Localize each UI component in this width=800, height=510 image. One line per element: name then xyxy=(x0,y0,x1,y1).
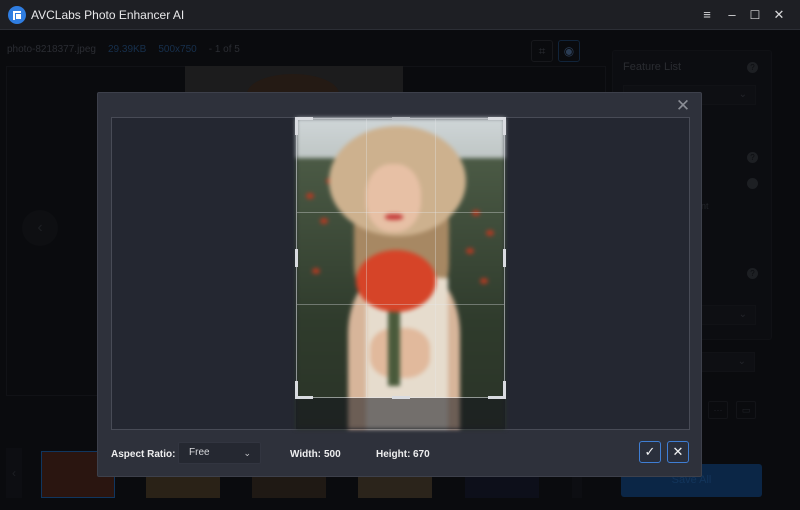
crop-handle-bottom-left[interactable] xyxy=(295,381,313,399)
grid-line xyxy=(297,211,504,213)
grid-line xyxy=(434,119,436,397)
height-value: 670 xyxy=(413,449,430,460)
crop-handle-top-right[interactable] xyxy=(488,117,506,135)
help-icon[interactable]: ? xyxy=(747,62,758,73)
aspect-ratio-select[interactable]: Free ⌄ xyxy=(178,442,261,464)
help-icon[interactable]: ? xyxy=(747,152,758,163)
chevron-left-icon: ‹ xyxy=(37,219,43,236)
app-logo-icon xyxy=(8,6,26,24)
crop-dialog: ✕ Aspect Ratio: Free ⌄ Width: 500 Height… xyxy=(97,92,702,477)
filmstrip-prev-button[interactable]: ‹ xyxy=(6,448,22,498)
crop-handle-top[interactable] xyxy=(392,117,410,120)
crop-handle-left[interactable] xyxy=(295,249,298,267)
crop-button[interactable]: ⌗ xyxy=(531,40,553,62)
file-dimensions: 500x750 xyxy=(158,44,197,55)
width-value: 500 xyxy=(324,449,341,460)
grid-line xyxy=(365,119,367,397)
eye-icon: ◉ xyxy=(563,44,575,58)
crop-canvas xyxy=(111,117,690,430)
cancel-crop-button[interactable]: ✕ xyxy=(667,441,689,463)
chevron-down-icon: ⌄ xyxy=(738,89,747,100)
aspect-ratio-label: Aspect Ratio: xyxy=(111,449,176,460)
chevron-left-icon: ‹ xyxy=(12,466,16,480)
width-label: Width: xyxy=(290,449,322,460)
preview-toggle-button[interactable]: ◉ xyxy=(558,40,580,62)
maximize-button[interactable]: ☐ xyxy=(745,5,765,25)
crop-outside-mask xyxy=(296,398,505,429)
close-button[interactable]: ✕ xyxy=(769,5,789,25)
file-position: - 1 of 5 xyxy=(208,44,240,55)
app-title: AVCLabs Photo Enhancer AI xyxy=(31,8,185,22)
menu-icon[interactable]: ≡ xyxy=(697,5,717,25)
minimize-button[interactable]: – xyxy=(722,5,742,25)
dialog-close-button[interactable]: ✕ xyxy=(675,97,691,114)
more-options-button[interactable]: ··· xyxy=(708,401,728,419)
crop-frame[interactable] xyxy=(295,117,506,399)
crop-handle-bottom[interactable] xyxy=(392,396,410,399)
chevron-down-icon: ⌄ xyxy=(738,309,747,320)
aspect-ratio-value: Free xyxy=(189,447,210,458)
folder-icon: ▭ xyxy=(741,405,751,415)
crop-handle-bottom-right[interactable] xyxy=(488,381,506,399)
app-window: AVCLabs Photo Enhancer AI ≡ – ☐ ✕ photo-… xyxy=(0,0,800,510)
file-info: photo-8218377.jpeg 29.39KB 500x750 - 1 o… xyxy=(7,44,240,55)
title-bar: AVCLabs Photo Enhancer AI ≡ – ☐ ✕ xyxy=(0,0,800,30)
panel-text: nt xyxy=(701,201,709,211)
feature-list-title: Feature List xyxy=(623,61,682,73)
file-size: 29.39KB xyxy=(107,44,147,55)
help-icon[interactable]: ? xyxy=(747,268,758,279)
settings-icon[interactable] xyxy=(747,178,758,189)
grid-line xyxy=(297,304,504,306)
confirm-crop-button[interactable]: ✓ xyxy=(639,441,661,463)
crop-icon: ⌗ xyxy=(538,44,546,58)
crop-handle-top-left[interactable] xyxy=(295,117,313,135)
file-name: photo-8218377.jpeg xyxy=(7,44,96,55)
height-label: Height: xyxy=(376,449,411,460)
check-icon: ✓ xyxy=(644,444,656,459)
close-icon: ✕ xyxy=(672,444,684,459)
chevron-down-icon: ⌄ xyxy=(243,448,251,458)
chevron-down-icon: ⌄ xyxy=(737,356,746,367)
previous-image-button[interactable]: ‹ xyxy=(22,210,58,246)
folder-button[interactable]: ▭ xyxy=(736,401,756,419)
crop-handle-right[interactable] xyxy=(503,249,506,267)
